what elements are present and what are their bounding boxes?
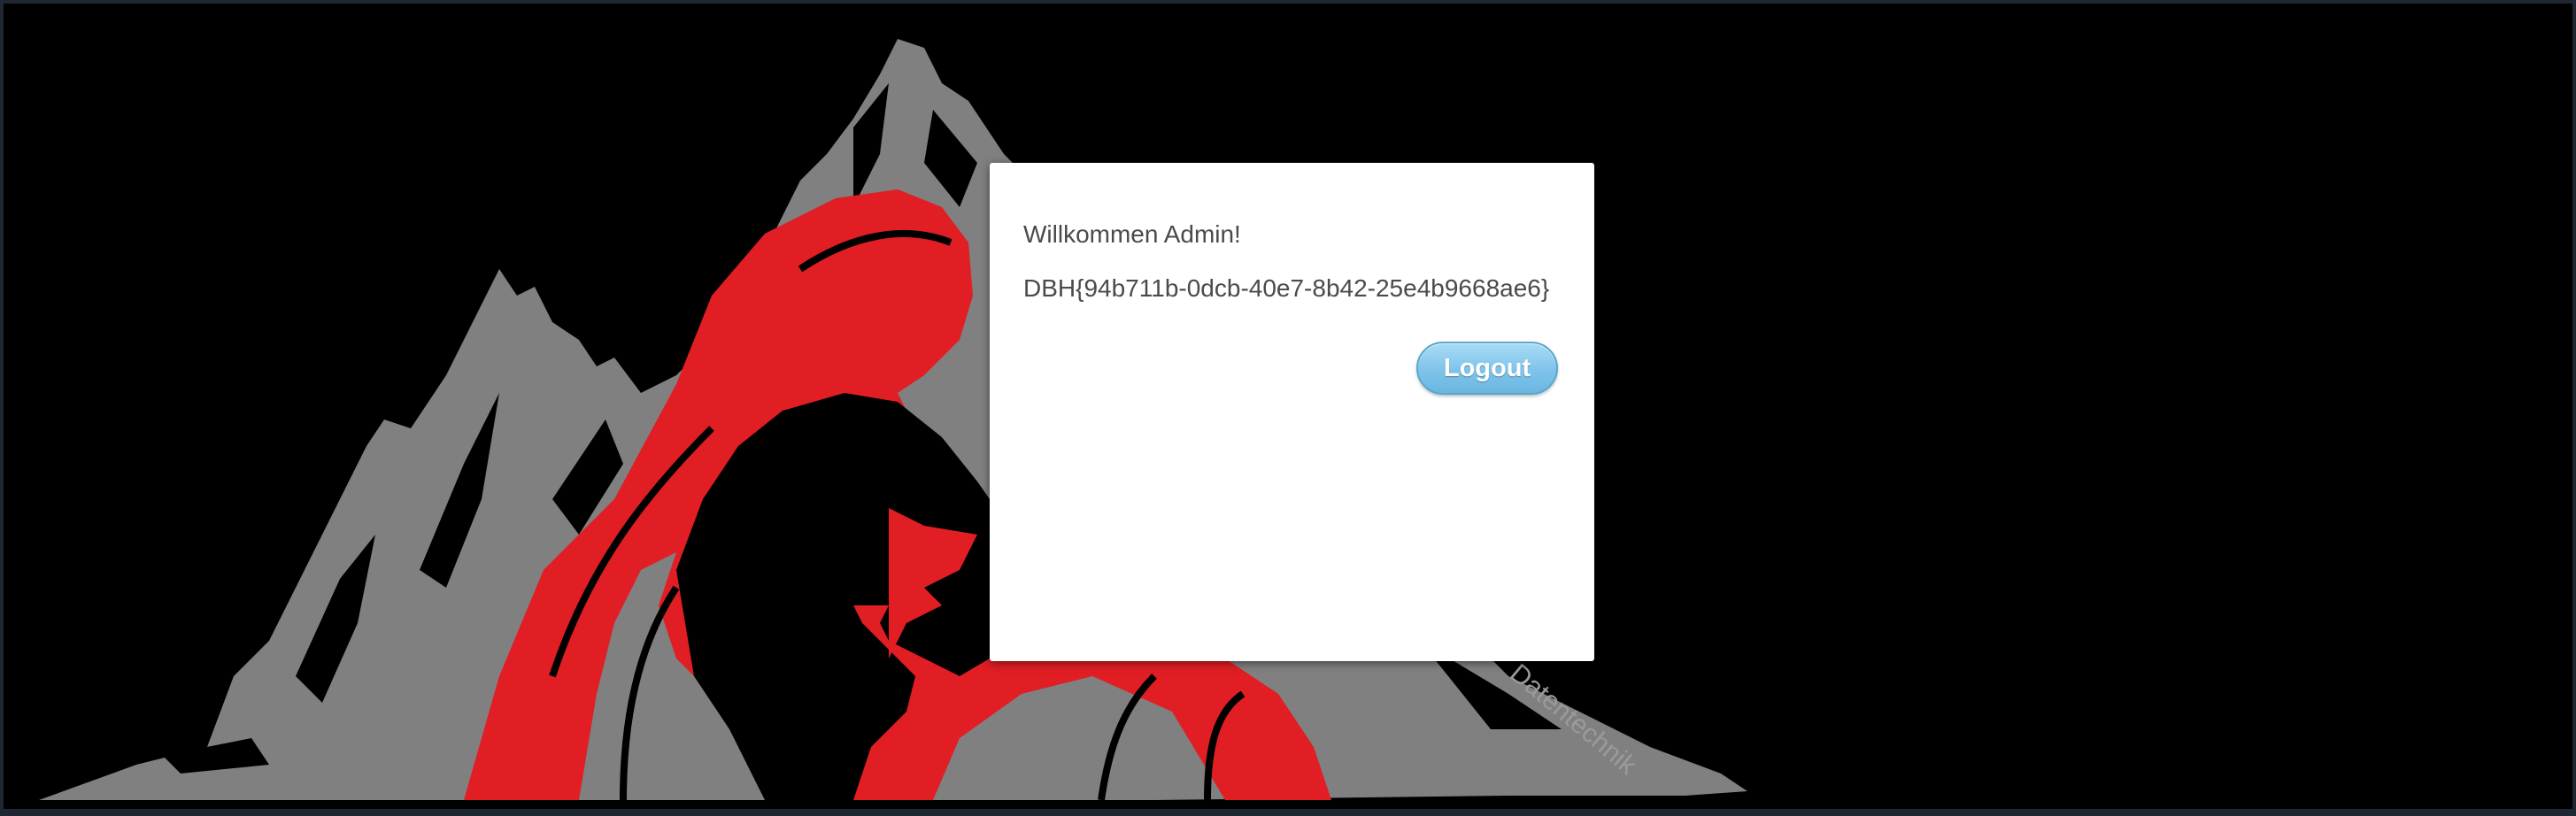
flag-text: DBH{94b711b-0dcb-40e7-8b42-25e4b9668ae6}: [1023, 274, 1550, 302]
welcome-message: Willkommen Admin!: [1023, 220, 1241, 248]
logout-button[interactable]: Logout: [1416, 342, 1558, 395]
welcome-dialog: Willkommen Admin! DBH{94b711b-0dcb-40e7-…: [990, 163, 1594, 661]
browser-viewport: Datentechnik Willkommen Admin! DBH{94b71…: [0, 0, 2576, 816]
